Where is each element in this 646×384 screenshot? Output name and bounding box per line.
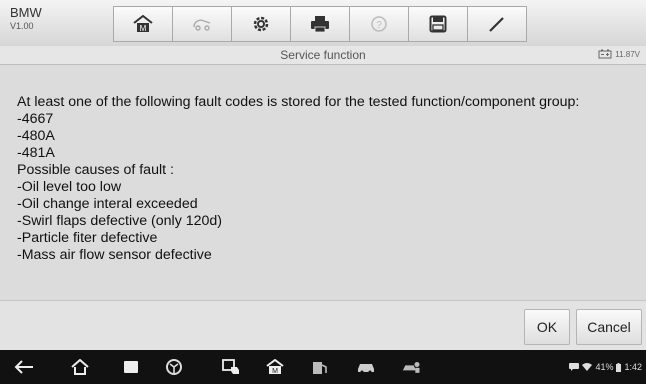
- settings-icon: [253, 16, 269, 32]
- browser-button[interactable]: [164, 358, 184, 376]
- battery-percent: 41%: [595, 362, 614, 372]
- message-intro: At least one of the following fault code…: [17, 94, 580, 110]
- settings-button[interactable]: [231, 6, 290, 42]
- home-icon: [71, 359, 89, 375]
- home-icon: M: [133, 15, 153, 33]
- save-button[interactable]: [408, 6, 467, 42]
- fault-message: At least one of the following fault code…: [17, 94, 637, 264]
- car-battery-icon: [598, 49, 612, 59]
- causes-heading: Possible causes of fault :: [17, 162, 174, 178]
- fault-code: -481A: [17, 145, 55, 161]
- svg-text:?: ?: [376, 20, 382, 31]
- remote-support-button[interactable]: [221, 358, 241, 376]
- edit-icon: [489, 17, 504, 32]
- wifi-icon: [582, 363, 593, 371]
- battery-voltage: 11.87V: [615, 49, 640, 59]
- title-bar: Service function 11.87V: [0, 46, 646, 65]
- vehicle-swap-icon: [193, 19, 211, 31]
- battery-icon: [616, 362, 622, 372]
- help-icon: ?: [371, 16, 387, 32]
- mechanic-icon: [402, 362, 420, 373]
- action-bar: OK Cancel: [0, 300, 646, 351]
- help-button[interactable]: ?: [349, 6, 408, 42]
- fault-cause: -Oil level too low: [17, 179, 122, 195]
- vehicle-brand: BMW V1.00: [10, 6, 90, 32]
- fault-cause: -Oil change interal exceeded: [17, 196, 198, 212]
- back-button[interactable]: [14, 358, 34, 376]
- top-toolbar: BMW V1.00 M ?: [0, 0, 646, 47]
- brand-name: BMW: [10, 5, 42, 20]
- message-panel: At least one of the following fault code…: [0, 65, 646, 300]
- software-version: V1.00: [10, 21, 34, 31]
- fuel-button[interactable]: [310, 358, 330, 376]
- back-icon: [14, 360, 33, 374]
- car-button[interactable]: [356, 358, 376, 376]
- page-title: Service function: [280, 48, 366, 62]
- fuel-icon: [313, 362, 327, 374]
- edit-button[interactable]: [467, 6, 527, 42]
- mechanic-button[interactable]: [402, 358, 422, 376]
- system-nav-bar: M 41% 1:42: [0, 350, 646, 384]
- fault-code: -4667: [17, 111, 54, 127]
- status-area: 41% 1:42: [569, 362, 642, 372]
- android-home-button[interactable]: [70, 358, 90, 376]
- car-icon: [358, 364, 374, 374]
- remote-support-icon: [222, 359, 239, 374]
- browser-icon: [166, 359, 182, 375]
- fault-cause: -Particle fiter defective: [17, 230, 158, 246]
- fault-code: -480A: [17, 128, 55, 144]
- recents-icon: [124, 361, 138, 373]
- vehicle-swap-button[interactable]: [172, 6, 231, 42]
- clock: 1:42: [624, 362, 642, 372]
- svg-text:M: M: [272, 368, 278, 375]
- vehicle-menu-icon: M: [266, 359, 284, 375]
- recents-button[interactable]: [121, 358, 141, 376]
- notification-icon: [569, 363, 580, 371]
- ok-button[interactable]: OK: [524, 309, 570, 345]
- cancel-button[interactable]: Cancel: [576, 309, 642, 345]
- save-icon: [429, 15, 447, 33]
- fault-cause: -Mass air flow sensor defective: [17, 247, 212, 263]
- svg-text:M: M: [140, 24, 147, 33]
- battery-indicator: 11.87V: [598, 49, 640, 59]
- print-button[interactable]: [290, 6, 349, 42]
- vehicle-menu-button[interactable]: M: [265, 358, 285, 376]
- toolbar-buttons: M ?: [113, 6, 527, 42]
- home-button[interactable]: M: [113, 6, 172, 42]
- print-icon: [311, 16, 329, 33]
- fault-cause: -Swirl flaps defective (only 120d): [17, 213, 223, 229]
